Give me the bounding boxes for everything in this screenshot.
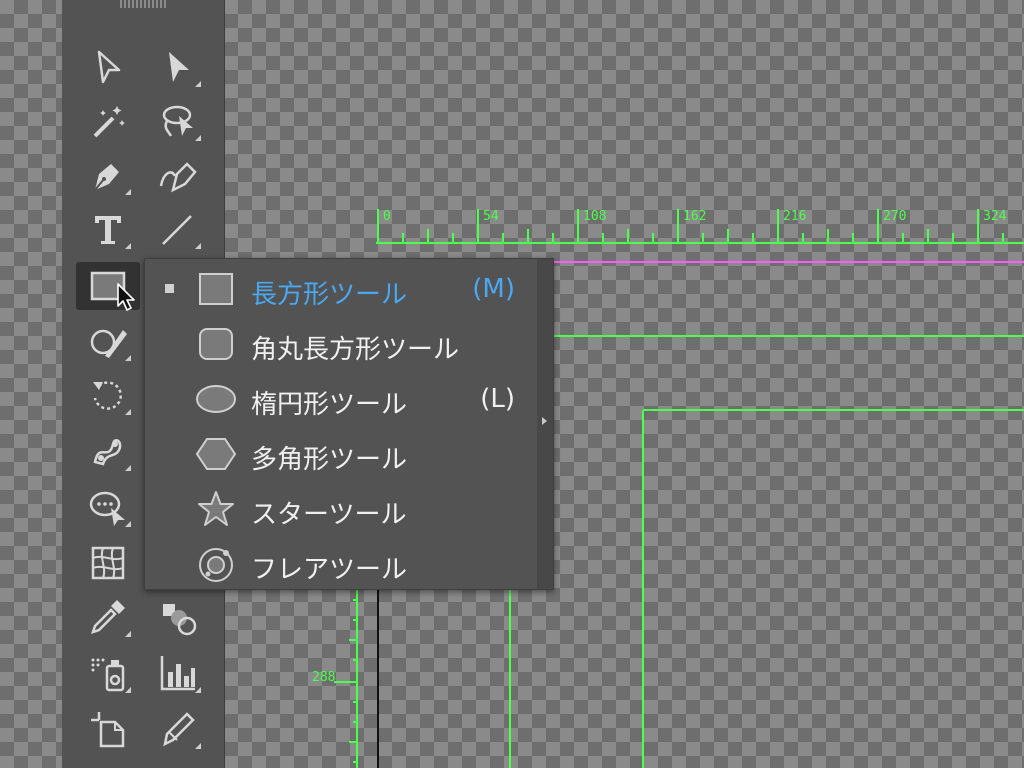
- vertical-ruler[interactable]: 288: [312, 590, 380, 768]
- ruler-label: 0: [383, 209, 391, 224]
- magic-wand-tool[interactable]: [82, 98, 134, 144]
- slice-knife-icon: [163, 712, 195, 747]
- flyout-item-label: フレアツール: [251, 555, 408, 585]
- ruler-label: 324: [983, 209, 1007, 224]
- ruler-label: 108: [583, 209, 607, 224]
- flyout-item-label: スターツール: [251, 500, 407, 530]
- shaper-tool[interactable]: [82, 318, 134, 364]
- curvature-pen-icon: [159, 162, 197, 193]
- flyout-item-label: 角丸長方形ツール: [251, 335, 460, 365]
- eyedropper-tool[interactable]: [82, 594, 134, 640]
- line-segment-icon: [162, 215, 192, 245]
- flyout-indicator: [125, 355, 131, 361]
- shortcut-label: (L): [480, 384, 515, 414]
- free-transform-tool[interactable]: [82, 484, 134, 530]
- ruler-label: 288: [312, 670, 336, 685]
- flyout-indicator: [125, 465, 131, 471]
- rotate-icon: [93, 381, 123, 410]
- flyout-indicator: [125, 687, 131, 693]
- type-tool[interactable]: [82, 206, 134, 252]
- column-graph-tool[interactable]: [152, 650, 204, 696]
- blend-tool[interactable]: [152, 594, 204, 640]
- flyout-item-flare[interactable]: フレアツール: [145, 536, 537, 590]
- flyout-item-rectangle[interactable]: 長方形ツール (M): [145, 261, 537, 315]
- ruler-label: 216: [783, 209, 807, 224]
- puppet-warp-tool[interactable]: [82, 428, 134, 474]
- perspective-grid-tool[interactable]: [82, 540, 134, 586]
- symbol-sprayer-tool[interactable]: [82, 650, 134, 696]
- shortcut-label: (M): [472, 274, 515, 304]
- type-icon: [95, 216, 121, 244]
- flyout-item-label: 長方形ツール: [251, 280, 408, 310]
- artboard-icon: [91, 712, 125, 748]
- rectangle-icon: [199, 273, 233, 305]
- star-icon: [198, 491, 234, 526]
- tearoff-arrow-icon: [542, 417, 547, 425]
- lasso-icon: [162, 105, 193, 137]
- current-tool-bullet: [165, 284, 174, 293]
- ruler-label: 54: [483, 209, 499, 224]
- slice-tool[interactable]: [152, 706, 204, 752]
- free-transform-icon: [89, 491, 125, 526]
- flyout-indicator: [125, 631, 131, 637]
- ellipse-icon: [196, 385, 236, 413]
- column-graph-icon: [160, 656, 195, 691]
- ruler-label: 162: [683, 209, 707, 224]
- flyout-indicator: [195, 81, 201, 87]
- ruler-label: 270: [883, 209, 907, 224]
- flyout-indicator: [125, 189, 131, 195]
- artboard-tool[interactable]: [82, 706, 134, 752]
- flyout-indicator: [125, 243, 131, 249]
- magic-wand-icon: [93, 106, 125, 138]
- flyout-indicator: [195, 243, 201, 249]
- flyout-item-label: 楕円形ツール: [251, 390, 408, 420]
- selection-tool[interactable]: [82, 44, 134, 90]
- flyout-item-rounded-rectangle[interactable]: 角丸長方形ツール: [145, 316, 537, 370]
- rounded-rectangle-icon: [199, 328, 233, 360]
- flyout-tearoff-strip[interactable]: [537, 259, 553, 589]
- curvature-tool[interactable]: [152, 152, 204, 198]
- line-segment-tool[interactable]: [152, 206, 204, 252]
- flyout-item-ellipse[interactable]: 楕円形ツール (L): [145, 371, 537, 425]
- symbol-sprayer-icon: [91, 658, 125, 692]
- pen-icon: [94, 164, 119, 191]
- flyout-indicator: [195, 135, 201, 141]
- direct-selection-arrow-icon: [169, 52, 189, 82]
- direct-selection-tool[interactable]: [152, 44, 204, 90]
- flyout-indicator: [125, 521, 131, 527]
- eyedropper-icon: [91, 600, 125, 634]
- flare-icon: [199, 548, 233, 582]
- shaper-icon: [90, 329, 127, 358]
- flyout-indicator: [125, 409, 131, 415]
- flyout-item-star[interactable]: スターツール: [145, 481, 537, 535]
- blend-icon: [163, 604, 197, 636]
- horizontal-ruler[interactable]: 0 54 108 162 216 270 324: [376, 205, 1024, 245]
- panel-grip[interactable]: [120, 0, 166, 8]
- rotate-tool[interactable]: [82, 372, 134, 418]
- selection-arrow-icon: [97, 50, 121, 84]
- perspective-grid-icon: [91, 546, 125, 580]
- puppet-warp-icon: [93, 439, 122, 466]
- pen-tool[interactable]: [82, 152, 134, 198]
- flyout-item-label: 多角形ツール: [251, 445, 408, 475]
- lasso-tool[interactable]: [152, 98, 204, 144]
- flyout-indicator: [195, 743, 201, 749]
- flyout-indicator: [195, 687, 201, 693]
- polygon-icon: [195, 438, 237, 470]
- mouse-pointer-icon: [117, 283, 135, 311]
- rectangle-tools-flyout: 長方形ツール (M) 角丸長方形ツール 楕円形ツール (L) 多角形ツール スタ…: [144, 258, 554, 590]
- flyout-item-polygon[interactable]: 多角形ツール: [145, 426, 537, 480]
